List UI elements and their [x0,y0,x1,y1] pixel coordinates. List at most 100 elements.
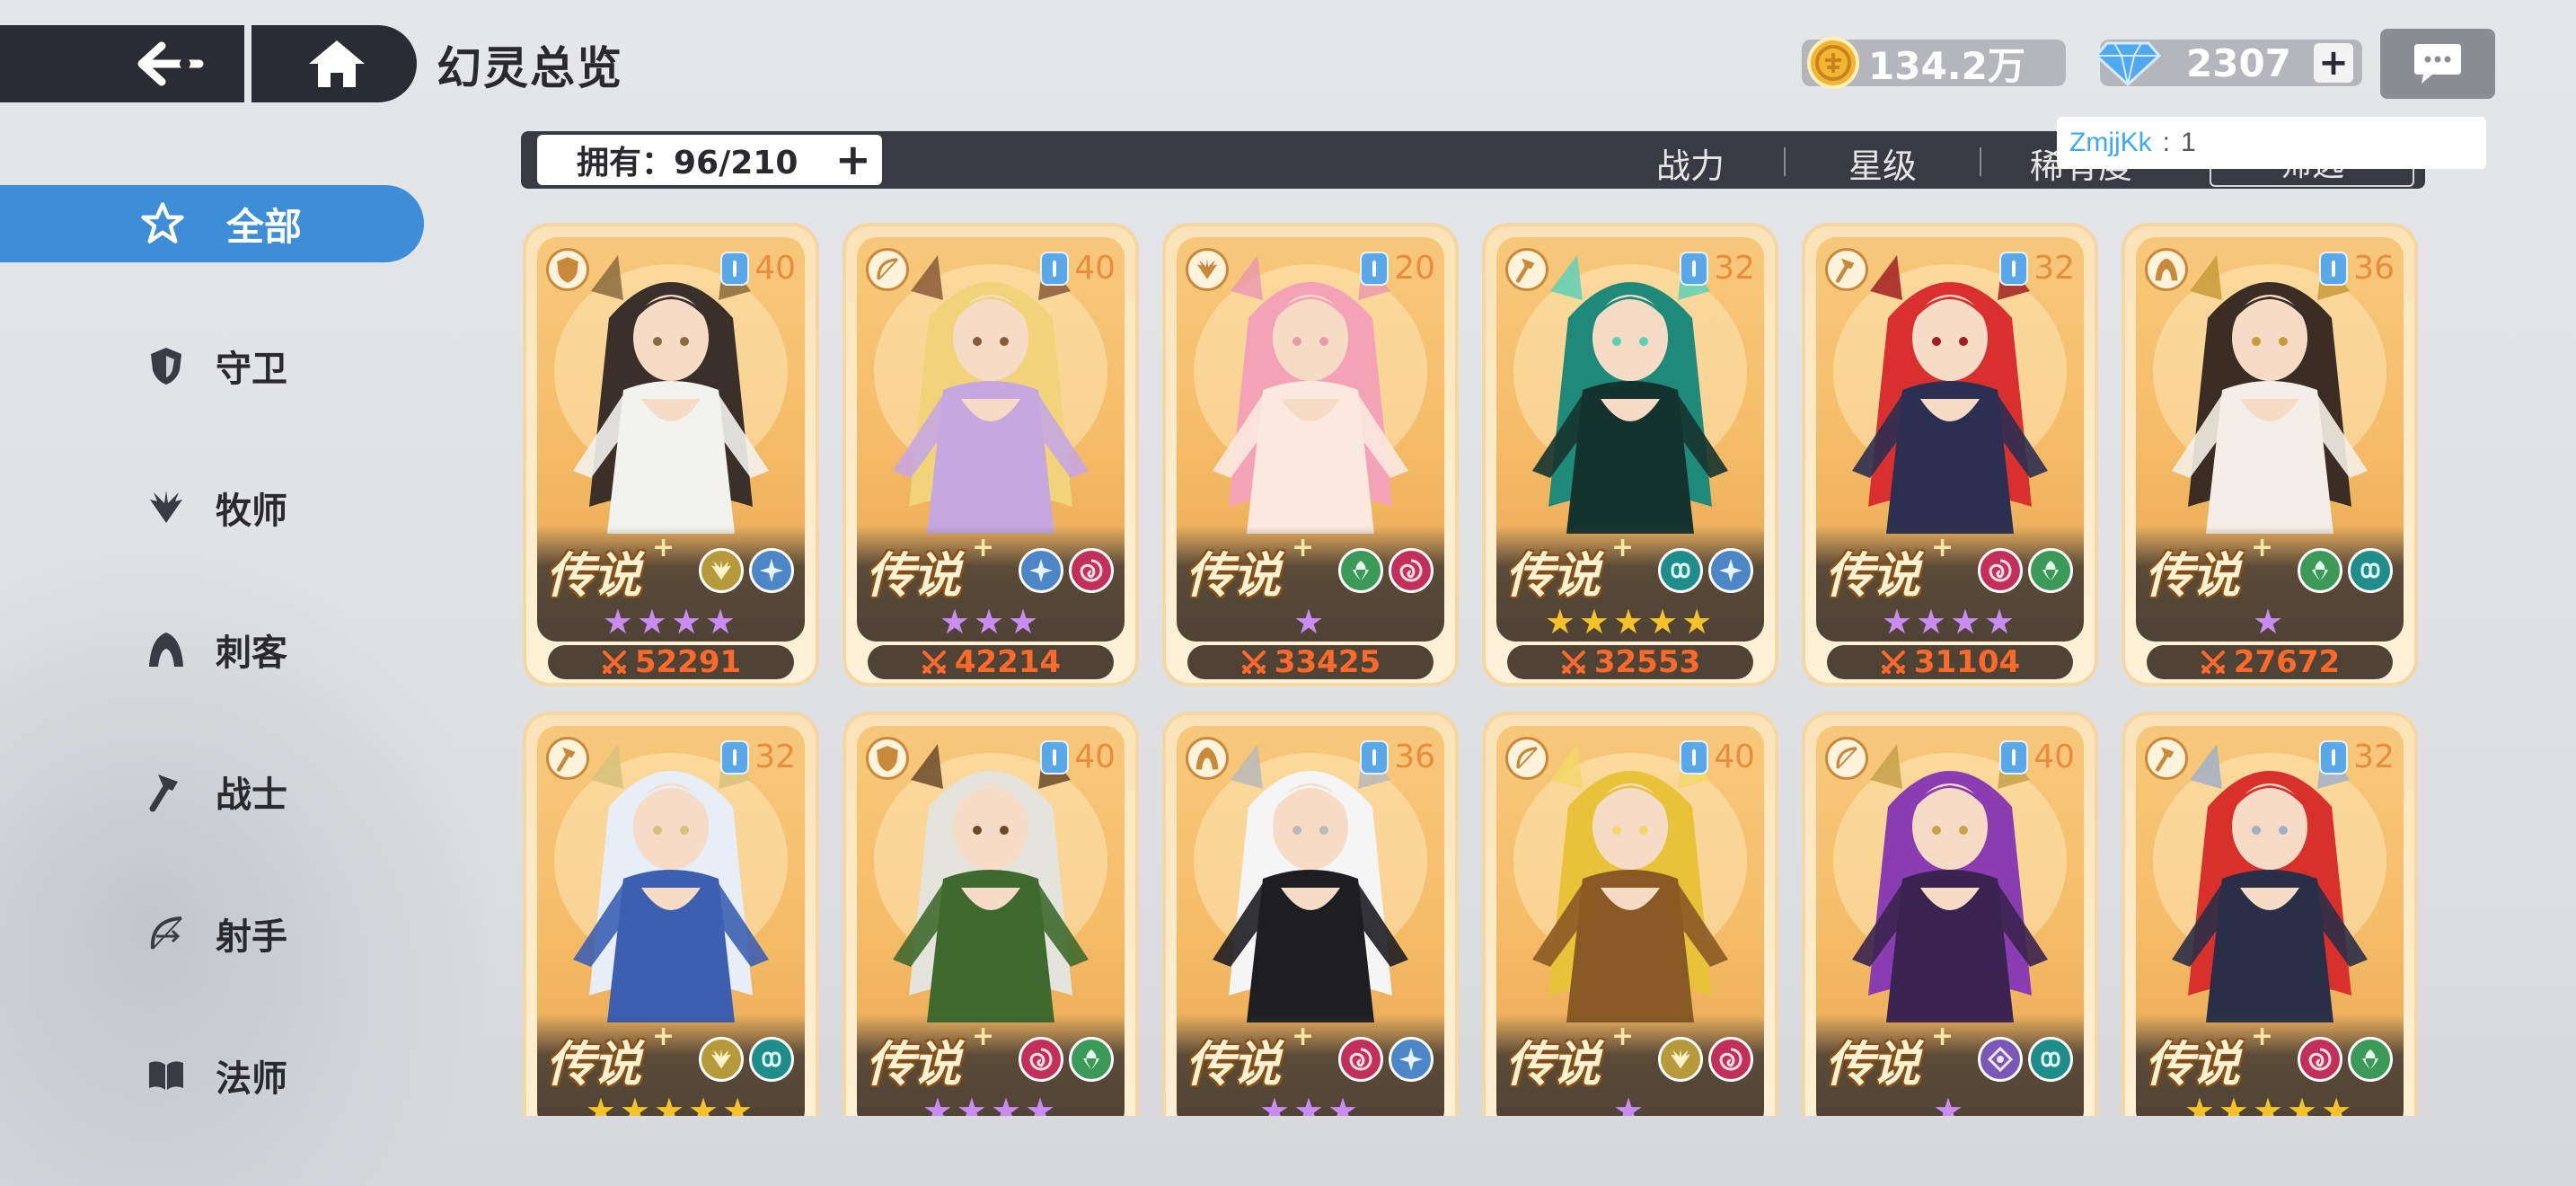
bow-icon [1505,737,1548,780]
star-rating: ★ [1292,602,1328,642]
star-rating: ★ [1612,1091,1648,1116]
hero-card[interactable]: 40 传说 + ★★★★ 52291 [523,223,819,686]
owned-count-box[interactable]: 拥有：96/210 + [537,135,882,185]
crossed-swords-icon [922,651,946,674]
ice-star-icon [749,548,794,593]
level-icon [1040,251,1070,286]
rarity-plus: + [972,1021,995,1052]
hero-level: 40 [2033,739,2075,775]
hero-level: 20 [1394,250,1435,287]
chat-tooltip-count: 1 [2181,128,2196,157]
sidebar: 全部 守卫 牧师 刺客 战士 射手 法师 [0,0,431,1186]
rarity-label: 传说 [1825,1036,1920,1093]
rarity-label: 传说 [546,547,641,604]
hero-card[interactable]: 36 传说 + ★★★ [1162,712,1459,1116]
power-bar: 32553 [1507,644,1753,680]
sidebar-item-mage[interactable]: 法师 [0,1037,424,1114]
sidebar-item-warrior[interactable]: 战士 [0,753,424,830]
hero-portrait: 40 传说 + ★★★★ [537,237,805,642]
sidebar-item-label: 牧师 [216,491,287,532]
hero-card[interactable]: 20 传说 + ★ 33425 [1162,223,1459,686]
chat-tooltip[interactable]: ZmjjKk : 1 [2057,117,2486,169]
star-rating: ★★★ [939,602,1043,642]
sort-divider [1980,147,1981,176]
star-rating: ★ [2252,602,2288,642]
axe-icon [1505,248,1548,291]
star-rating: ★★★★★ [1544,602,1716,642]
star-rating: ★★★★★ [2183,1091,2356,1116]
gold-value: 134.2万 [1868,43,2025,88]
hero-card[interactable]: 32 传说 + ★★★★★ 32553 [1482,223,1778,686]
hero-grid: 40 传说 + ★★★★ 52291 40 传说 + ★★★ 42214 20 … [523,223,2427,1116]
wings-icon [144,485,189,530]
chat-tooltip-user: ZmjjKk [2069,128,2152,157]
hero-portrait: 32 传说 + ★★★★★ [2136,726,2404,1116]
power-bar: 31104 [1827,644,2073,680]
dark-eye-icon [1978,1037,2023,1082]
add-gem-button[interactable]: + [2314,43,2353,83]
water-loop-icon [2348,548,2393,593]
chat-button[interactable] [2380,29,2495,99]
level-icon [720,251,750,286]
hero-power: 27672 [2233,644,2341,680]
bow-icon [144,911,189,956]
rarity-plus: + [1611,532,1635,563]
level-icon [1680,739,1709,774]
crossed-swords-icon [1561,651,1585,674]
hero-card[interactable]: 40 传说 + ★ [1482,712,1778,1116]
hero-level: 40 [1074,250,1116,287]
hero-card[interactable]: 32 传说 + ★★★★★ [523,712,819,1116]
level-box: 20 [1360,250,1435,287]
hero-card[interactable]: 40 传说 + ★ [1802,712,2098,1116]
water-loop-icon [2028,1037,2073,1082]
level-box: 40 [1040,250,1116,287]
rarity-plus: + [652,1021,675,1052]
star-rating: ★ [1932,1091,1968,1116]
sidebar-item-all[interactable]: 全部 [0,185,424,262]
expand-owned-button[interactable]: + [835,138,871,181]
sidebar-item-label: 刺客 [216,633,287,674]
level-icon [1360,251,1389,286]
hero-card[interactable]: 40 传说 + ★★★★ [842,712,1139,1116]
hero-card[interactable]: 32 传说 + ★★★★★ [2122,712,2418,1116]
level-icon [2319,251,2349,286]
rarity-plus: + [1931,1021,1954,1052]
nature-leaf-icon [2298,548,2342,593]
light-wing-icon [1658,1037,1703,1082]
sort-by-power[interactable]: 战力 [1656,138,1725,188]
fire-swirl-icon [2298,1037,2342,1082]
hero-portrait: 32 传说 + ★★★★★ [537,726,805,1116]
axe-icon [2145,737,2188,780]
chat-tooltip-separator: : [2162,128,2170,157]
fire-swirl-icon [1069,548,1114,593]
level-box: 40 [1040,739,1116,775]
book-icon [144,1053,189,1098]
rarity-label: 传说 [2145,1036,2240,1093]
hero-portrait: 20 传说 + ★ [1177,237,1444,642]
axe-icon [546,737,589,780]
hero-level: 32 [754,739,796,775]
hood-icon [1186,737,1229,780]
hero-portrait: 36 传说 + ★★★ [1177,726,1444,1116]
power-bar: 52291 [548,644,794,680]
axe-icon [1825,248,1868,291]
star-all-icon [140,201,185,246]
sidebar-item-archer[interactable]: 射手 [0,895,424,972]
rarity-label: 传说 [866,547,961,604]
hero-card[interactable]: 40 传说 + ★★★ 42214 [842,223,1139,686]
shield-icon [144,343,189,388]
level-icon [720,739,750,774]
rarity-label: 传说 [546,1036,641,1093]
hero-card[interactable]: 32 传说 + ★★★★ 31104 [1802,223,2098,686]
water-loop-icon [749,1037,794,1082]
sort-by-star[interactable]: 星级 [1848,138,1917,188]
hero-power: 52291 [634,644,742,680]
level-box: 40 [1999,739,2075,775]
hero-card[interactable]: 36 传说 + ★ 27672 [2122,223,2418,686]
rarity-plus: + [652,532,675,563]
sidebar-item-priest[interactable]: 牧师 [0,469,424,546]
nature-leaf-icon [1338,548,1383,593]
gold-coin-icon [1807,37,1859,89]
sidebar-item-guard[interactable]: 守卫 [0,327,424,404]
sidebar-item-assassin[interactable]: 刺客 [0,611,424,688]
